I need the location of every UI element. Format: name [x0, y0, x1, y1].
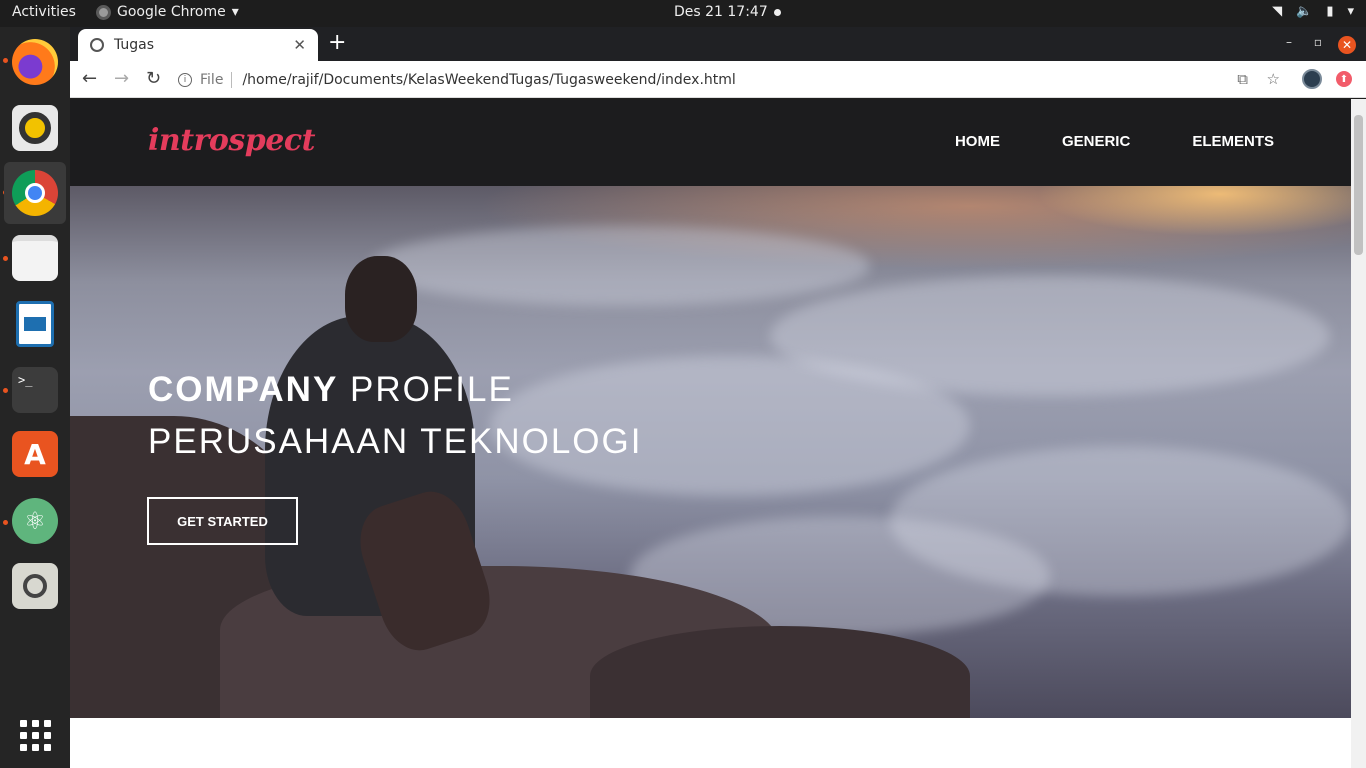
- scheme-label: File: [200, 71, 224, 88]
- atom-icon: ⚛: [12, 498, 58, 544]
- cloud-shape: [370, 226, 870, 306]
- site-info-icon[interactable]: i: [178, 72, 192, 87]
- system-tray[interactable]: ◥ 🔈 ▮ ▾: [1272, 4, 1354, 19]
- translate-icon[interactable]: ⧉: [1237, 70, 1248, 88]
- app-grid-icon: [19, 719, 51, 751]
- tab-tugas[interactable]: Tugas ✕: [78, 29, 318, 61]
- files-icon: [12, 235, 58, 281]
- dock-atom[interactable]: ⚛: [4, 490, 66, 552]
- divider: [231, 71, 233, 88]
- dock-files[interactable]: [4, 227, 66, 289]
- app-menu-label: Google Chrome: [117, 4, 226, 20]
- reload-button[interactable]: ↻: [146, 68, 161, 90]
- page-viewport: introspect HOME GENERIC ELEMENTS COMPANY…: [70, 99, 1366, 768]
- wifi-icon: ◥: [1272, 4, 1283, 19]
- nav-generic[interactable]: GENERIC: [1062, 133, 1130, 150]
- screenshot-icon: [12, 563, 58, 609]
- rock-shape: [590, 626, 970, 718]
- site-nav: HOME GENERIC ELEMENTS: [955, 133, 1274, 150]
- extension-icon[interactable]: ⬆: [1336, 71, 1352, 87]
- profile-avatar[interactable]: [1302, 69, 1322, 89]
- volume-icon: 🔈: [1296, 4, 1313, 19]
- person-silhouette: [345, 256, 417, 342]
- scrollbar-thumb[interactable]: [1354, 115, 1363, 255]
- battery-icon: ▮: [1326, 4, 1334, 19]
- bookmark-star-icon[interactable]: ☆: [1267, 70, 1280, 88]
- dock-rhythmbox[interactable]: [4, 97, 66, 159]
- close-window-button[interactable]: ✕: [1338, 36, 1356, 54]
- hero-banner: COMPANY PROFILE PERUSAHAAN TEKNOLOGI GET…: [70, 186, 1351, 718]
- back-button[interactable]: ←: [82, 68, 97, 90]
- hero-title-light: PROFILE: [338, 370, 514, 409]
- chrome-icon: [12, 170, 58, 216]
- nav-home[interactable]: HOME: [955, 133, 1000, 150]
- hero-title: COMPANY PROFILE PERUSAHAAN TEKNOLOGI: [148, 364, 642, 468]
- tab-title: Tugas: [114, 37, 155, 53]
- address-bar[interactable]: i File /home/rajif/Documents/KelasWeeken…: [178, 65, 1228, 94]
- software-icon: A: [12, 431, 58, 477]
- url-text: /home/rajif/Documents/KelasWeekendTugas/…: [242, 71, 736, 88]
- tab-close-icon[interactable]: ✕: [293, 36, 306, 54]
- browser-toolbar: ← → ↻ i File /home/rajif/Documents/Kelas…: [70, 61, 1366, 98]
- dock-terminal[interactable]: >_: [4, 359, 66, 421]
- dock-chrome[interactable]: [4, 162, 66, 224]
- nav-elements[interactable]: ELEMENTS: [1192, 133, 1274, 150]
- firefox-icon: [12, 39, 58, 85]
- minimize-button[interactable]: –: [1286, 35, 1292, 49]
- activities-button[interactable]: Activities: [12, 4, 76, 20]
- dock-writer[interactable]: [4, 293, 66, 355]
- get-started-button[interactable]: GET STARTED: [147, 497, 298, 545]
- dock-firefox[interactable]: [4, 31, 66, 93]
- site-header: introspect HOME GENERIC ELEMENTS: [70, 99, 1351, 186]
- forward-button[interactable]: →: [114, 68, 129, 90]
- maximize-button[interactable]: ▫: [1314, 35, 1322, 49]
- clock[interactable]: Des 21 17:47: [674, 4, 781, 20]
- clock-text: Des 21 17:47: [674, 4, 768, 20]
- caret-down-icon: ▾: [231, 4, 239, 20]
- hero-title-bold: COMPANY: [148, 370, 339, 409]
- site-logo[interactable]: introspect: [148, 123, 315, 158]
- new-tab-button[interactable]: +: [328, 32, 346, 54]
- caret-down-icon: ▾: [1347, 4, 1354, 19]
- dock: >_ A ⚛: [0, 27, 70, 768]
- hero-subtitle: PERUSAHAAN TEKNOLOGI: [148, 422, 643, 461]
- browser-tab-bar: Tugas ✕ + – ▫ ✕: [70, 27, 1366, 61]
- system-top-bar: Activities Google Chrome ▾ Des 21 17:47 …: [0, 0, 1366, 27]
- dock-software[interactable]: A: [4, 423, 66, 485]
- rhythmbox-icon: [12, 105, 58, 151]
- writer-icon: [16, 301, 54, 347]
- chrome-small-icon: [96, 4, 111, 20]
- page-scrollbar[interactable]: [1351, 99, 1366, 768]
- app-menu[interactable]: Google Chrome ▾: [96, 4, 239, 20]
- globe-icon: [90, 38, 104, 52]
- notification-dot-icon: [773, 8, 781, 16]
- dock-screenshot[interactable]: [4, 555, 66, 617]
- terminal-icon: >_: [12, 367, 58, 413]
- dock-show-apps[interactable]: [4, 704, 66, 766]
